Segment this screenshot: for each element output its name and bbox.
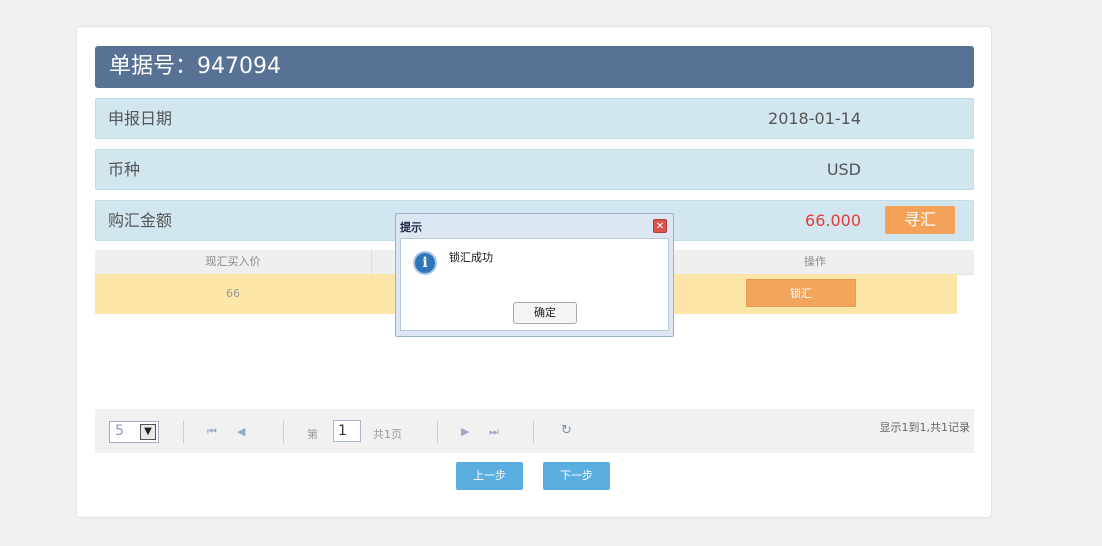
currency-row: 币种 USD xyxy=(95,149,974,190)
dialog-title: 提示 xyxy=(400,221,422,234)
xun-hui-button[interactable]: 寻汇 xyxy=(885,206,955,234)
divider xyxy=(283,421,284,443)
dialog-body: i 锁汇成功 确定 xyxy=(400,238,669,331)
page-title: 单据号：947094 xyxy=(95,46,974,88)
pagination-bar: 5 ▼ ⏮ ◀ 第 1 共1页 ▶ ⏭ ↻ 显示1到1,共1记录 xyxy=(95,409,974,453)
page-size-value: 5 xyxy=(115,423,124,439)
record-info: 显示1到1,共1记录 xyxy=(879,421,971,434)
alert-dialog: 提示 ✕ i 锁汇成功 确定 xyxy=(395,213,674,337)
last-page-icon[interactable]: ⏭ xyxy=(489,425,499,439)
close-icon[interactable]: ✕ xyxy=(653,219,667,233)
column-header-action[interactable]: 操作 xyxy=(671,250,958,274)
divider xyxy=(183,421,184,443)
column-header-buy-price[interactable]: 现汇买入价 xyxy=(95,250,372,274)
info-icon: i xyxy=(413,251,437,275)
chevron-down-icon[interactable]: ▼ xyxy=(140,424,156,440)
buy-price-cell: 66 xyxy=(226,287,240,300)
lock-rate-button[interactable]: 锁汇 xyxy=(746,279,856,307)
purchase-amount-value: 66.000 xyxy=(805,211,861,230)
page-total-label: 共1页 xyxy=(373,428,402,441)
next-page-icon[interactable]: ▶ xyxy=(461,425,469,438)
declare-date-row: 申报日期 2018-01-14 xyxy=(95,98,974,139)
divider xyxy=(533,421,534,443)
page-number-input[interactable]: 1 xyxy=(333,420,361,442)
refresh-icon[interactable]: ↻ xyxy=(561,423,572,438)
prev-page-icon[interactable]: ◀ xyxy=(237,425,245,438)
divider xyxy=(437,421,438,443)
page-size-select[interactable]: 5 ▼ xyxy=(109,421,159,443)
next-step-button[interactable]: 下一步 xyxy=(543,462,610,490)
currency-value: USD xyxy=(826,160,861,179)
prev-step-button[interactable]: 上一步 xyxy=(456,462,523,490)
currency-label: 币种 xyxy=(108,160,141,179)
declare-date-value: 2018-01-14 xyxy=(768,109,861,128)
ok-button[interactable]: 确定 xyxy=(513,302,577,324)
page-prefix-label: 第 xyxy=(307,428,318,441)
dialog-message: 锁汇成功 xyxy=(449,251,493,264)
declare-date-label: 申报日期 xyxy=(108,109,173,128)
first-page-icon[interactable]: ⏮ xyxy=(207,425,217,439)
purchase-amount-label: 购汇金额 xyxy=(108,211,173,230)
